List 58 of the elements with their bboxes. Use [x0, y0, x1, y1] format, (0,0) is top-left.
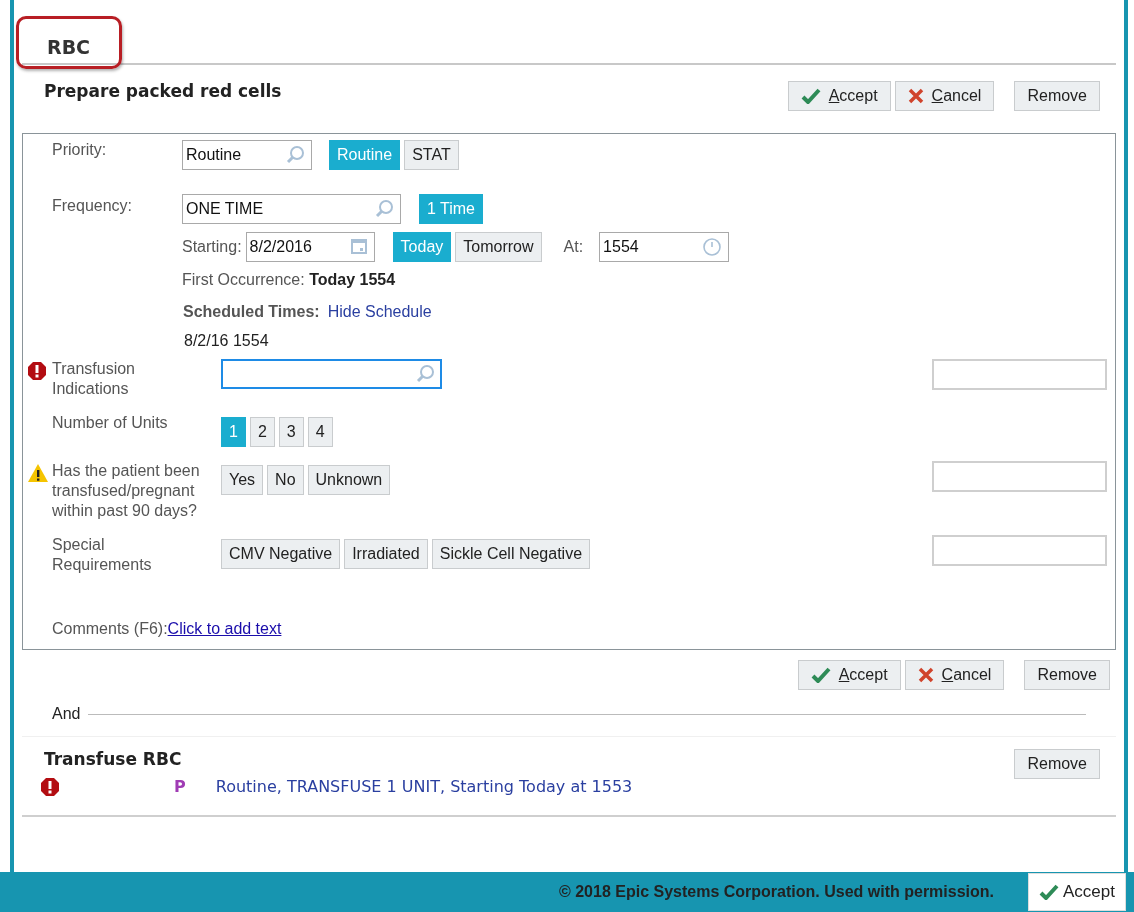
priority-option[interactable]: STAT	[404, 140, 459, 170]
day-option[interactable]: Tomorrow	[455, 232, 542, 262]
field-label: Number of Units	[52, 413, 169, 433]
check-icon	[800, 88, 821, 104]
clock-icon	[702, 237, 723, 257]
frequency-field[interactable]: ONE TIME	[182, 194, 401, 224]
time-field[interactable]: 1554	[599, 232, 730, 262]
accept-button[interactable]: Accept	[1028, 873, 1126, 911]
remove-button[interactable]: Remove	[1024, 660, 1110, 690]
cancel-button[interactable]: Cancel	[894, 81, 995, 111]
order-summary-link[interactable]: Routine, TRANSFUSE 1 UNIT, Starting Today at 1553	[215, 775, 633, 799]
choice-option[interactable]: No	[267, 465, 304, 495]
field-label: Starting:	[182, 237, 242, 257]
comments-label: Comments (F6):	[52, 619, 168, 639]
first-occurrence-text: First Occurrence: Today 1554	[182, 271, 396, 288]
calendar-icon	[349, 237, 368, 255]
cancel-button[interactable]: Cancel	[904, 660, 1005, 690]
remove-button[interactable]: Remove	[1014, 749, 1100, 779]
field-label: Transfusion Indications	[52, 359, 136, 399]
add-comment-link[interactable]: Click to add text	[167, 617, 282, 641]
choice-option[interactable]: 3	[278, 417, 304, 447]
scheduled-times-label: Scheduled Times:	[183, 302, 320, 322]
field-label: Has the patient been transfused/pregnant within past 90 days?	[52, 461, 201, 521]
choice-option[interactable]: Unknown	[307, 465, 391, 495]
choice-option[interactable]: 2	[249, 417, 275, 447]
check-icon	[1039, 884, 1059, 900]
order-status-label: P	[174, 776, 186, 798]
date-field[interactable]: 8/2/2016	[245, 232, 375, 262]
choice-option[interactable]: CMV Negative	[221, 539, 341, 569]
field-label: Frequency:	[52, 196, 134, 216]
field-label: Special Requirements	[52, 535, 153, 575]
copyright-text: © 2018 Epic Systems Corporation. Used with permission.	[559, 882, 994, 902]
accept-button[interactable]: Accept	[797, 660, 901, 690]
separator-label: And	[52, 704, 81, 724]
field-label: Priority:	[52, 140, 108, 160]
check-icon	[810, 667, 831, 683]
choice-option[interactable]: 4	[307, 417, 333, 447]
search-field[interactable]	[221, 359, 442, 389]
comment-field[interactable]	[932, 359, 1107, 390]
accept-button[interactable]: Accept	[787, 81, 891, 111]
priority-field[interactable]: Routine	[182, 140, 312, 170]
field-label: At:	[563, 237, 584, 257]
choice-option[interactable]: Sickle Cell Negative	[431, 539, 591, 569]
search-icon	[415, 364, 435, 384]
order-title: Transfuse RBC	[44, 748, 182, 771]
close-icon	[907, 88, 924, 104]
close-icon	[917, 667, 934, 683]
choice-option[interactable]: Irradiated	[344, 539, 428, 569]
remove-button[interactable]: Remove	[1014, 81, 1100, 111]
search-icon	[285, 145, 305, 165]
schedule-time: 8/2/16 1554	[184, 331, 270, 351]
order-title: Prepare packed red cells	[44, 80, 282, 103]
comment-field[interactable]	[932, 461, 1107, 492]
search-icon	[374, 199, 394, 219]
comment-field[interactable]	[932, 535, 1107, 566]
choice-option[interactable]: Yes	[221, 465, 264, 495]
hide-schedule-link[interactable]: Hide Schedule	[327, 300, 432, 324]
section-tab[interactable]: RBC	[16, 16, 122, 69]
